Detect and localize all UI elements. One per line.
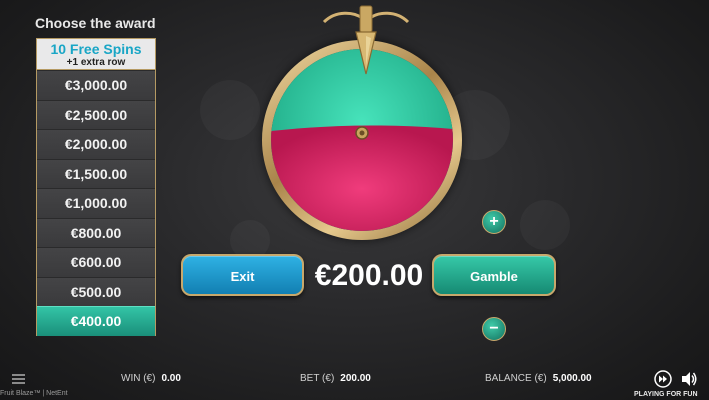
sound-icon[interactable] xyxy=(680,370,698,388)
award-row-3000[interactable]: €3,000.00 xyxy=(37,70,155,100)
award-row-800[interactable]: €800.00 xyxy=(37,217,155,247)
win-label: WIN (€) xyxy=(121,373,156,384)
award-row-2500[interactable]: €2,500.00 xyxy=(37,99,155,129)
brand-label: Fruit Blaze™ | NetEnt xyxy=(0,390,68,397)
win-value: 0.00 xyxy=(161,373,181,384)
balance-label: BALANCE (€) xyxy=(485,373,547,384)
free-spins-award[interactable]: 10 Free Spins +1 extra row xyxy=(37,39,155,70)
extra-row-label: +1 extra row xyxy=(66,57,126,68)
award-row-500[interactable]: €500.00 xyxy=(37,276,155,306)
award-row-2000[interactable]: €2,000.00 xyxy=(37,129,155,159)
play-mode-label: PLAYING FOR FUN xyxy=(634,391,698,398)
increase-stake-button[interactable]: + xyxy=(482,210,506,234)
background-bokeh xyxy=(200,80,260,140)
award-row-1500[interactable]: €1,500.00 xyxy=(37,158,155,188)
award-row-400-selected[interactable]: €400.00 xyxy=(37,306,155,336)
award-row-1000[interactable]: €1,000.00 xyxy=(37,188,155,218)
fast-forward-icon[interactable] xyxy=(654,370,672,388)
free-spins-label: 10 Free Spins xyxy=(50,41,142,57)
background-bokeh xyxy=(520,200,570,250)
status-bar: Fruit Blaze™ | NetEnt WIN (€) 0.00 BET (€… xyxy=(0,362,709,400)
gamble-button[interactable]: Gamble xyxy=(432,254,556,296)
bet-label: BET (€) xyxy=(300,373,335,384)
award-ladder: 10 Free Spins +1 extra row €3,000.00 €2,… xyxy=(36,38,156,336)
bet-value: 200.00 xyxy=(340,373,371,384)
gamble-amount: €200.00 xyxy=(314,259,424,292)
bet-stat: BET (€) 200.00 xyxy=(300,373,371,384)
award-title: Choose the award xyxy=(35,15,156,31)
win-stat: WIN (€) 0.00 xyxy=(121,373,181,384)
balance-value: 5,000.00 xyxy=(552,373,592,384)
wheel-pointer-icon xyxy=(322,5,410,75)
exit-button[interactable]: Exit xyxy=(181,254,304,296)
award-row-600[interactable]: €600.00 xyxy=(37,247,155,277)
menu-icon[interactable] xyxy=(12,374,25,386)
decrease-stake-button[interactable]: − xyxy=(482,317,506,341)
balance-stat: BALANCE (€) 5,000.00 xyxy=(485,373,592,384)
